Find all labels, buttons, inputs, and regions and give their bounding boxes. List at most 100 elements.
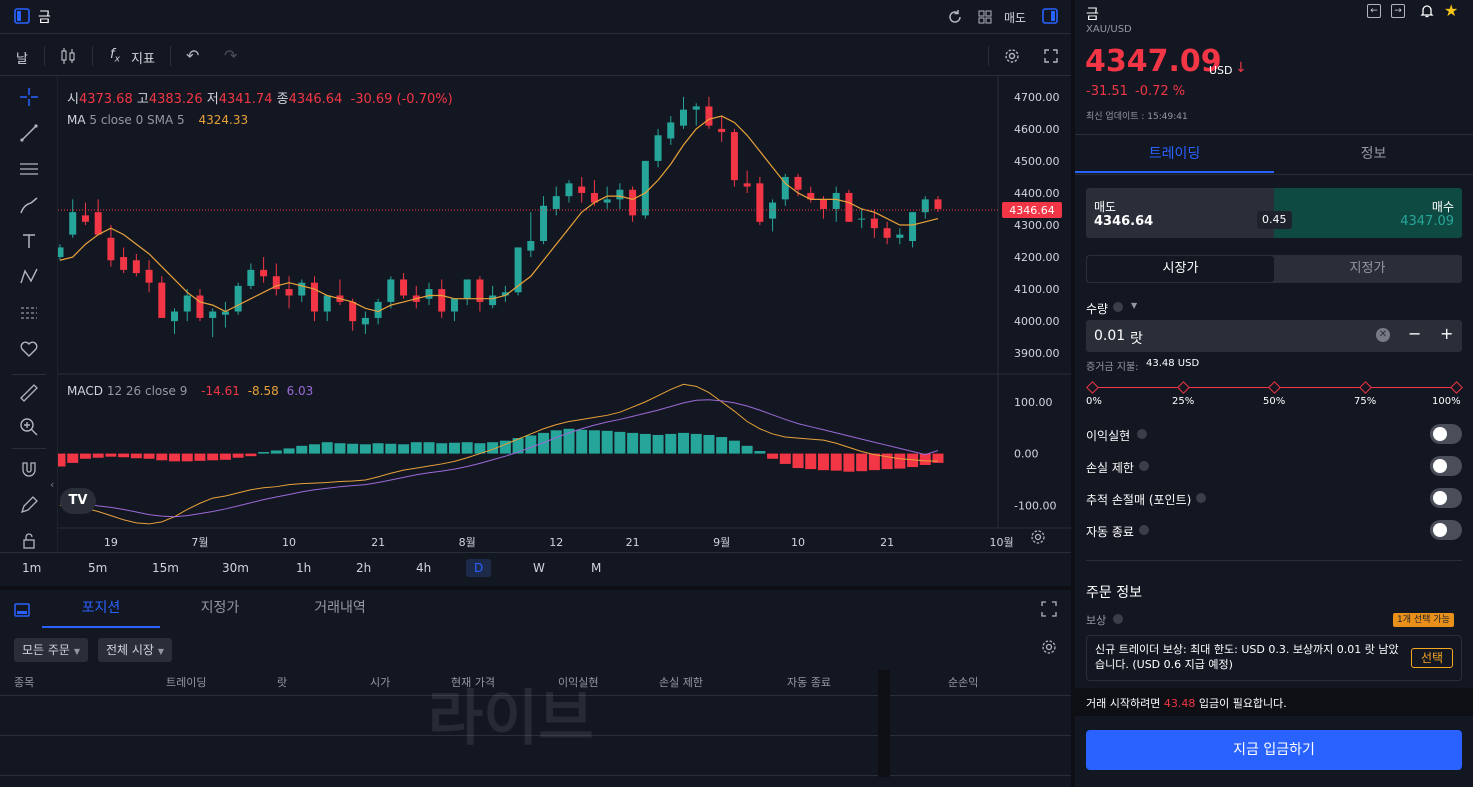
axis-settings-icon[interactable] bbox=[1029, 528, 1047, 546]
slider-mark[interactable] bbox=[1359, 381, 1372, 394]
panel-minimize-icon[interactable] bbox=[14, 602, 30, 618]
candle-body bbox=[603, 199, 611, 203]
info-icon[interactable] bbox=[1113, 614, 1123, 624]
stop-loss-toggle[interactable] bbox=[1430, 456, 1462, 476]
info-icon[interactable] bbox=[1113, 302, 1123, 312]
tab-info[interactable]: 정보 bbox=[1274, 135, 1473, 173]
timeframe-1m[interactable]: 1m bbox=[22, 561, 41, 575]
price-tick-label: 4500.00 bbox=[1014, 155, 1060, 168]
macd-histogram-bar bbox=[67, 453, 79, 463]
info-icon[interactable] bbox=[1139, 461, 1149, 471]
next-instrument-button[interactable]: → bbox=[1391, 4, 1405, 18]
timeframe-1h[interactable]: 1h bbox=[296, 561, 311, 575]
trend-line-icon[interactable] bbox=[18, 122, 40, 144]
macd-histogram-bar bbox=[614, 431, 626, 454]
chart-layout-label[interactable]: 매도 bbox=[1004, 9, 1026, 26]
sell-button[interactable]: 매도 4346.64 bbox=[1086, 188, 1274, 238]
text-tool-icon[interactable] bbox=[18, 230, 40, 252]
timeframe-2h[interactable]: 2h bbox=[356, 561, 371, 575]
col-open[interactable]: 시가 bbox=[370, 674, 390, 690]
buy-label: 매수 bbox=[1431, 200, 1454, 214]
deposit-button[interactable]: 지금 입금하기 bbox=[1086, 730, 1462, 770]
timeframe-W[interactable]: W bbox=[533, 561, 545, 575]
deposit-notice-bar: 거래 시작하려면 43.48 입금이 필요합니다. bbox=[1075, 688, 1473, 716]
order-type-limit[interactable]: 지정가 bbox=[1274, 256, 1461, 282]
timeframe-M[interactable]: M bbox=[591, 561, 601, 575]
timeframe-30m[interactable]: 30m bbox=[222, 561, 249, 575]
redo-icon[interactable]: ↷ bbox=[224, 46, 237, 65]
slider-mark[interactable] bbox=[1177, 381, 1190, 394]
tab-history[interactable]: 거래내역 bbox=[290, 590, 390, 628]
col-stop-loss[interactable]: 손실 제한 bbox=[659, 674, 703, 690]
chart-area[interactable]: 4700.00 4600.00 4500.00 4400.00 4300.00 4200.… bbox=[58, 76, 1071, 552]
col-pnl[interactable]: 순손익 bbox=[948, 674, 978, 690]
zoom-in-icon[interactable] bbox=[18, 416, 40, 438]
reward-select-button[interactable]: 선택 bbox=[1411, 648, 1453, 668]
chevron-down-icon[interactable]: ▼ bbox=[1131, 301, 1137, 310]
macd-legend[interactable]: MACD 12 26 close 9 -14.61 -8.58 6.03 bbox=[67, 384, 313, 398]
sidebar-toggle-icon[interactable] bbox=[14, 8, 30, 24]
tab-positions[interactable]: 포지션 bbox=[42, 590, 160, 628]
col-auto-close[interactable]: 자동 종료 bbox=[787, 674, 831, 690]
prev-instrument-button[interactable]: ← bbox=[1367, 4, 1381, 18]
undo-icon[interactable]: ↶ bbox=[186, 46, 199, 65]
current-price-tag: 4346.64 bbox=[1009, 204, 1055, 217]
price-chart[interactable]: 4700.00 4600.00 4500.00 4400.00 4300.00 4200.… bbox=[58, 76, 1071, 552]
refresh-icon[interactable] bbox=[946, 8, 964, 26]
fullscreen-icon[interactable] bbox=[1042, 47, 1060, 65]
collapse-rail-icon[interactable]: ‹ bbox=[50, 478, 54, 491]
take-profit-toggle[interactable] bbox=[1430, 424, 1462, 444]
indicators-button[interactable]: 지표 bbox=[131, 48, 155, 67]
expand-panel-icon[interactable] bbox=[1040, 600, 1058, 618]
orders-filter-dropdown[interactable]: 모든 주문 ▼ bbox=[14, 638, 88, 662]
favorite-heart-icon[interactable] bbox=[18, 338, 40, 360]
star-icon[interactable]: ★ bbox=[1444, 1, 1458, 20]
col-lots[interactable]: 랏 bbox=[277, 674, 287, 690]
clear-icon[interactable]: ✕ bbox=[1376, 328, 1390, 342]
col-symbol[interactable]: 종목 bbox=[14, 674, 34, 690]
magnet-icon[interactable] bbox=[18, 458, 40, 480]
candlestick-type-icon[interactable] bbox=[58, 46, 78, 66]
slider-mark[interactable] bbox=[1086, 381, 1099, 394]
macd-histogram-bar bbox=[792, 453, 804, 469]
panel-change: -31.51 bbox=[1086, 84, 1128, 99]
info-icon[interactable] bbox=[1139, 525, 1149, 535]
crosshair-icon[interactable] bbox=[18, 86, 40, 108]
panel-toggle-icon[interactable] bbox=[1042, 8, 1058, 24]
auto-close-toggle[interactable] bbox=[1430, 520, 1462, 540]
measure-lines-icon[interactable] bbox=[18, 302, 40, 324]
slider-mark[interactable] bbox=[1450, 381, 1463, 394]
order-type-market[interactable]: 시장가 bbox=[1087, 256, 1274, 282]
info-icon[interactable] bbox=[1137, 429, 1147, 439]
quantity-input[interactable]: 0.01 랏 ✕ − + bbox=[1086, 320, 1462, 352]
table-settings-icon[interactable] bbox=[1040, 638, 1058, 656]
tab-limit[interactable]: 지정가 bbox=[170, 590, 270, 628]
ma-legend[interactable]: MA 5 close 0 SMA 5 4324.33 bbox=[67, 113, 248, 127]
settings-gear-icon[interactable] bbox=[1003, 47, 1021, 65]
decrement-button[interactable]: − bbox=[1408, 324, 1421, 343]
info-icon[interactable] bbox=[1196, 493, 1206, 503]
increment-button[interactable]: + bbox=[1440, 324, 1453, 343]
timeframe-D[interactable]: D bbox=[466, 559, 492, 577]
lock-icon[interactable] bbox=[18, 530, 40, 552]
col-trading[interactable]: 트레이딩 bbox=[166, 674, 206, 690]
brush-icon[interactable] bbox=[18, 194, 40, 216]
pencil-lock-icon[interactable] bbox=[18, 494, 40, 516]
quantity-slider[interactable]: 0% 25% 50% 75% 100% bbox=[1086, 380, 1463, 408]
horizontal-lines-icon[interactable] bbox=[18, 158, 40, 180]
pattern-tool-icon[interactable] bbox=[18, 266, 40, 288]
trailing-stop-toggle[interactable] bbox=[1430, 488, 1462, 508]
bell-icon[interactable] bbox=[1419, 3, 1435, 19]
tab-label: 포지션 bbox=[81, 600, 121, 616]
buy-button[interactable]: 매수 4347.09 bbox=[1274, 188, 1462, 238]
ruler-icon[interactable] bbox=[18, 382, 40, 404]
slider-mark[interactable] bbox=[1268, 381, 1281, 394]
tab-trading[interactable]: 트레이딩 bbox=[1075, 135, 1274, 173]
interval-selector[interactable]: 날 bbox=[16, 48, 28, 67]
market-filter-dropdown[interactable]: 전체 시장 ▼ bbox=[98, 638, 172, 662]
timeframe-4h[interactable]: 4h bbox=[416, 561, 431, 575]
grid-layout-icon[interactable] bbox=[976, 8, 994, 26]
fx-icon[interactable]: fx bbox=[110, 47, 120, 65]
timeframe-5m[interactable]: 5m bbox=[88, 561, 107, 575]
timeframe-15m[interactable]: 15m bbox=[152, 561, 179, 575]
